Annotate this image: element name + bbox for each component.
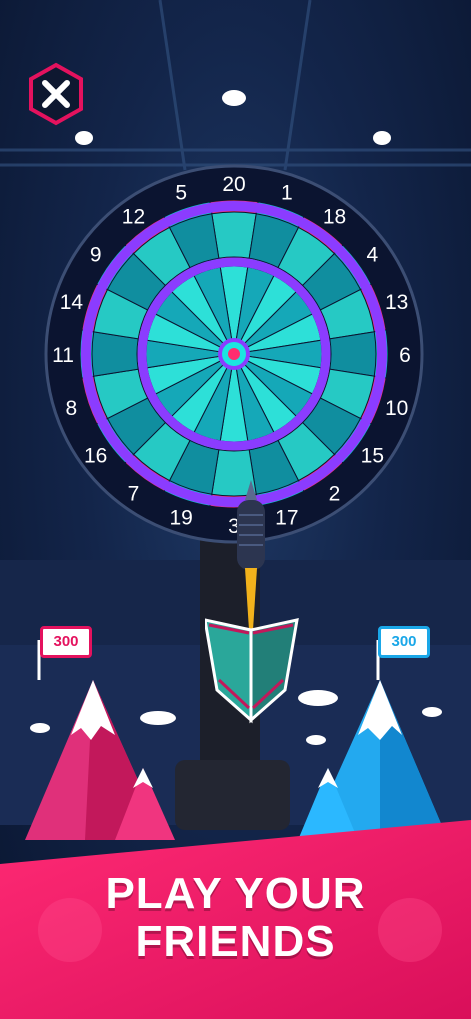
player-right-score: 300 — [378, 626, 430, 658]
player-left-score: 300 — [40, 626, 92, 658]
board-number: 2 — [329, 482, 341, 505]
board-number: 18 — [323, 206, 346, 229]
board-number: 13 — [385, 291, 408, 314]
board-number: 14 — [60, 291, 84, 314]
promo-headline-line1: PLAY YOUR — [105, 869, 366, 918]
board-number: 4 — [366, 243, 378, 266]
board-number: 5 — [175, 181, 187, 204]
promo-headline-line2: FRIENDS — [135, 917, 336, 966]
board-number: 1 — [281, 181, 293, 204]
close-button[interactable] — [28, 62, 84, 126]
player-left-flag: 300 — [34, 620, 96, 664]
player-right-flag: 300 — [372, 620, 434, 664]
dart[interactable] — [205, 480, 300, 740]
promo-headline: PLAY YOUR FRIENDS — [0, 870, 471, 966]
board-number: 16 — [84, 445, 107, 468]
board-number: 8 — [66, 397, 78, 420]
player-right-mountain — [298, 640, 448, 840]
board-number: 11 — [52, 344, 74, 367]
board-number: 6 — [399, 344, 411, 367]
inner-bull — [228, 348, 240, 360]
board-number: 15 — [361, 445, 384, 468]
board-number: 12 — [122, 206, 145, 229]
board-number: 19 — [169, 507, 192, 530]
board-number: 10 — [385, 397, 408, 420]
game-screen: 20 1 18 4 13 6 10 15 2 17 3 19 7 16 8 11 14 9 12 5 — [0, 0, 471, 1019]
board-number: 20 — [222, 173, 245, 196]
close-icon — [29, 62, 83, 126]
board-number: 7 — [128, 482, 140, 505]
player-left-mountain — [25, 640, 175, 840]
board-number: 9 — [90, 243, 102, 266]
